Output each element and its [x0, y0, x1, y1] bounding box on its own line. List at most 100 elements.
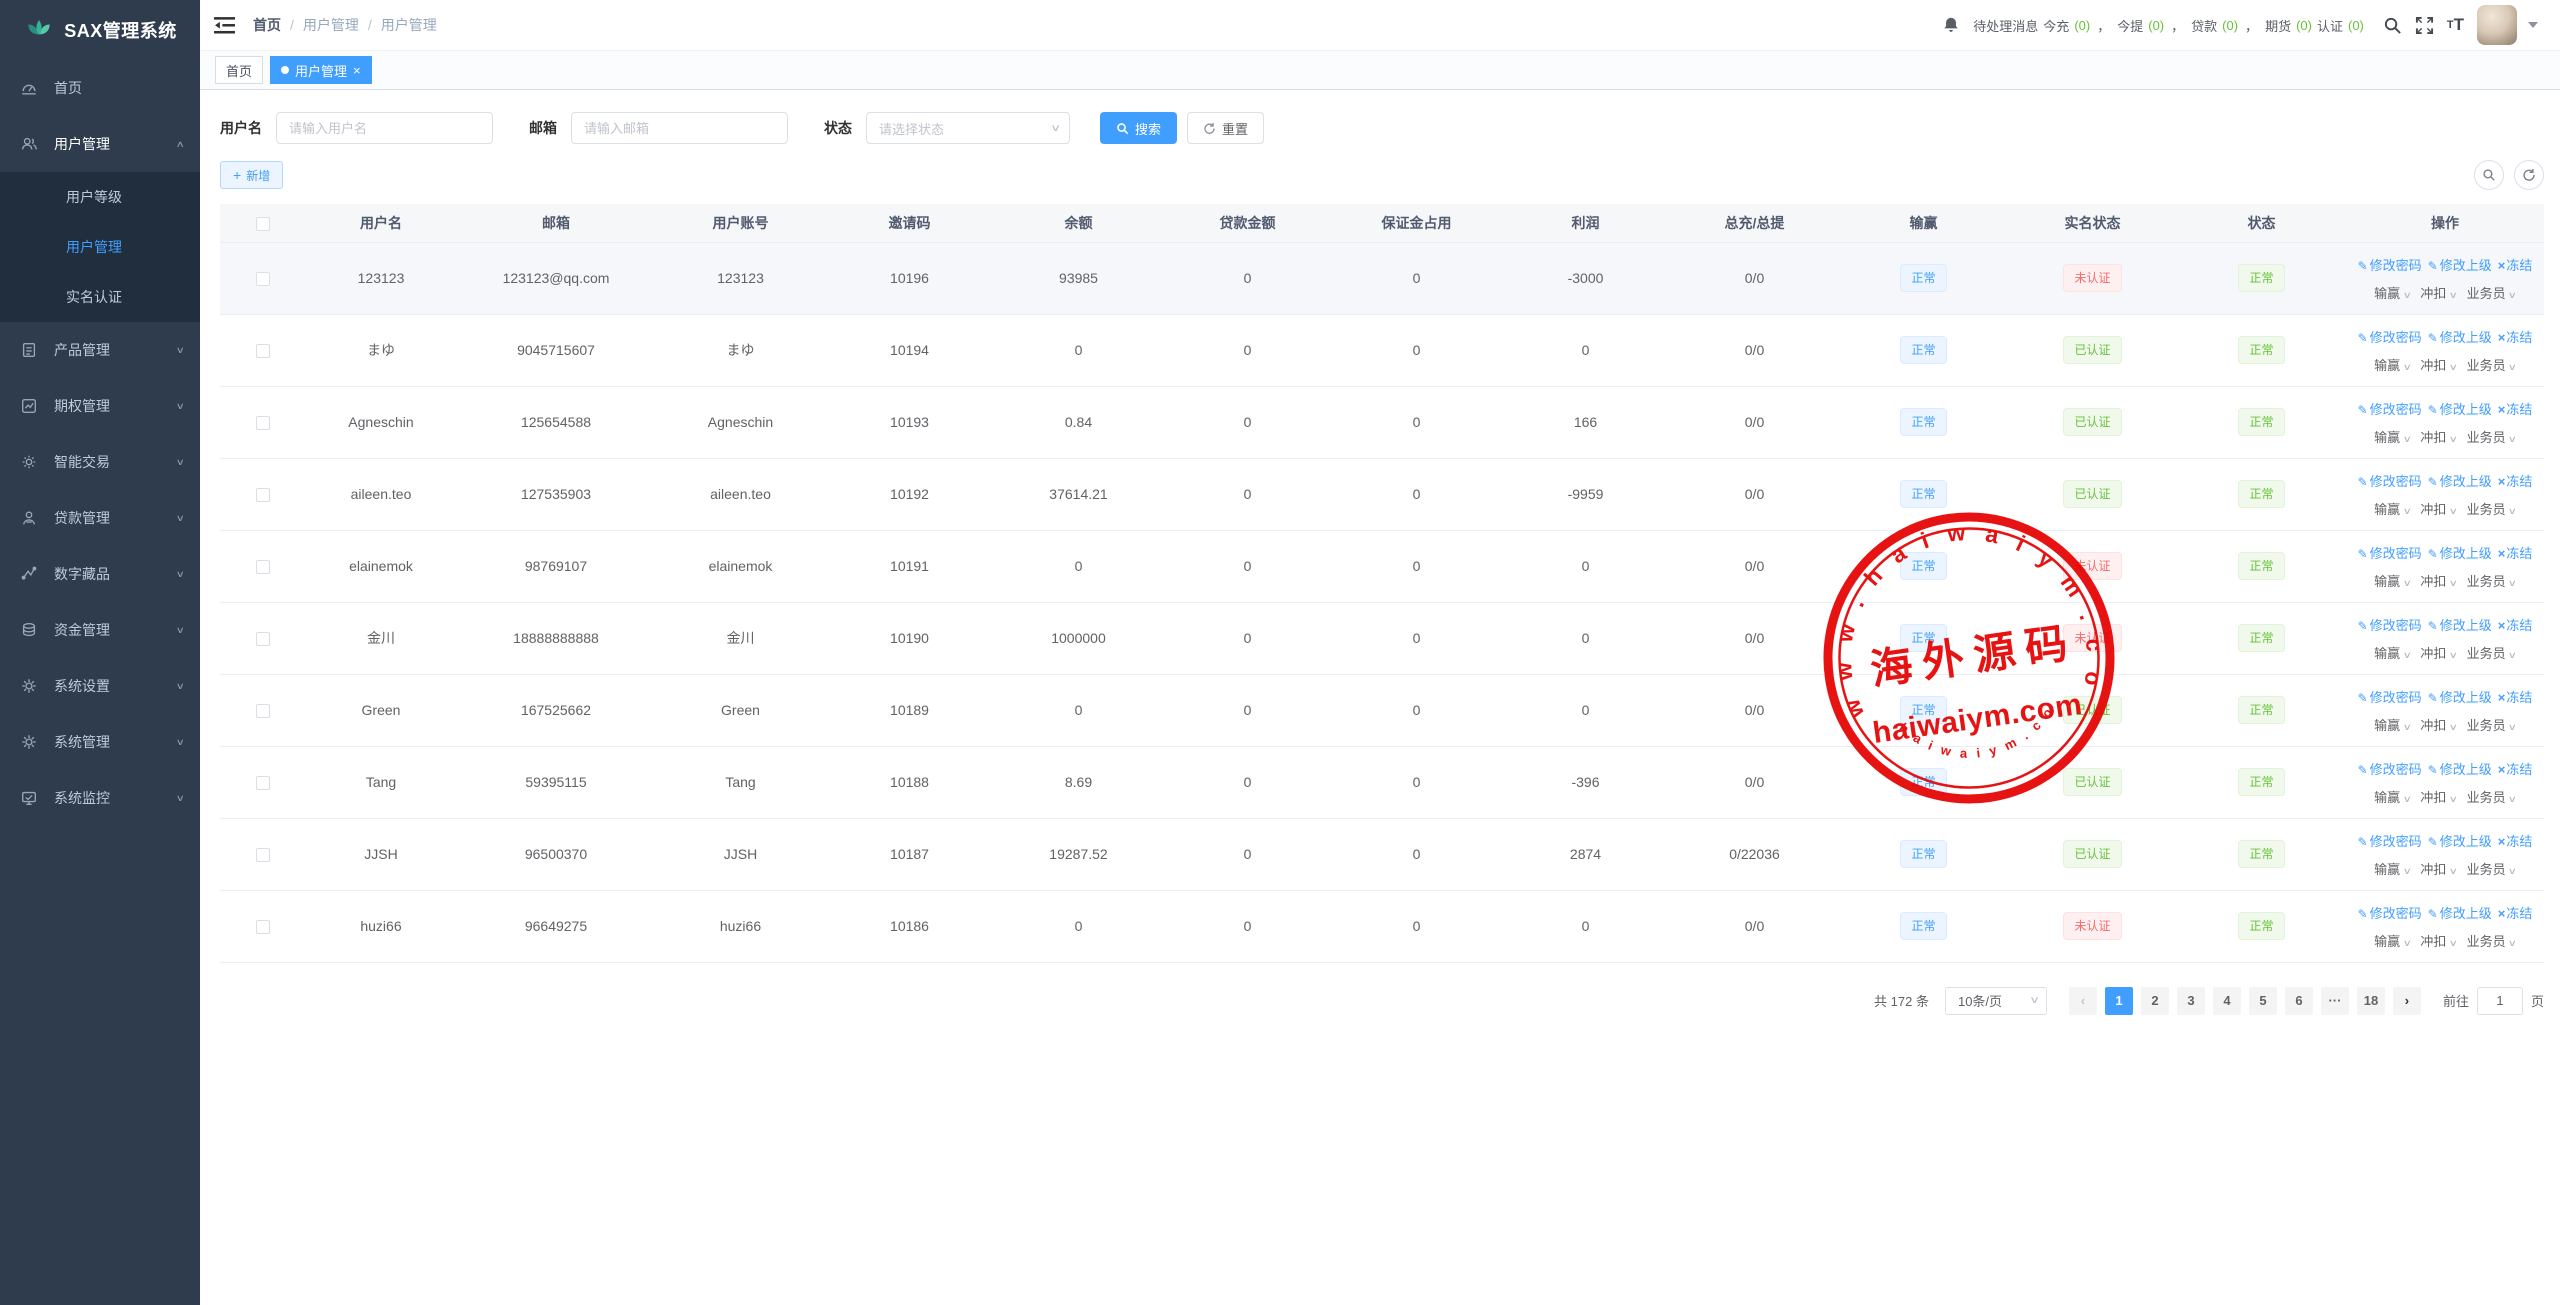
salesman-dropdown[interactable]: 业务员 ∨	[2467, 862, 2516, 877]
sidebar-item-system-monitor[interactable]: 系统监控∨	[0, 770, 200, 826]
close-icon[interactable]: ×	[353, 64, 361, 77]
sidebar-item-real-name-auth[interactable]: 实名认证	[0, 272, 200, 322]
status-select[interactable]: 请选择状态 ∨	[866, 112, 1070, 144]
tab-user-management[interactable]: 用户管理×	[270, 56, 372, 84]
edit-parent-link[interactable]: ✎修改上级	[2428, 618, 2492, 633]
page-button-3[interactable]: 3	[2177, 987, 2205, 1015]
win-loss-dropdown[interactable]: 输赢 ∨	[2374, 862, 2410, 877]
freeze-link[interactable]: ×冻结	[2498, 258, 2533, 273]
win-loss-dropdown[interactable]: 输赢 ∨	[2374, 718, 2410, 733]
page-button-6[interactable]: 6	[2285, 987, 2313, 1015]
deduct-dropdown[interactable]: 冲扣 ∨	[2420, 502, 2456, 517]
avatar[interactable]	[2477, 5, 2517, 45]
edit-password-link[interactable]: ✎修改密码	[2358, 258, 2422, 273]
deduct-dropdown[interactable]: 冲扣 ∨	[2420, 934, 2456, 949]
edit-password-link[interactable]: ✎修改密码	[2358, 690, 2422, 705]
win-loss-dropdown[interactable]: 输赢 ∨	[2374, 430, 2410, 445]
page-button-18[interactable]: 18	[2357, 987, 2385, 1015]
next-page-button[interactable]: ›	[2393, 987, 2421, 1015]
edit-parent-link[interactable]: ✎修改上级	[2428, 834, 2492, 849]
fullscreen-icon[interactable]	[2415, 16, 2434, 35]
deduct-dropdown[interactable]: 冲扣 ∨	[2420, 790, 2456, 805]
row-checkbox[interactable]	[256, 560, 270, 574]
pages-ellipsis[interactable]: ···	[2321, 987, 2349, 1015]
sidebar-item-digital-collection[interactable]: 数字藏品∨	[0, 546, 200, 602]
edit-password-link[interactable]: ✎修改密码	[2358, 546, 2422, 561]
sidebar-item-system-settings[interactable]: 系统设置∨	[0, 658, 200, 714]
freeze-link[interactable]: ×冻结	[2498, 330, 2533, 345]
page-button-4[interactable]: 4	[2213, 987, 2241, 1015]
row-checkbox[interactable]	[256, 416, 270, 430]
freeze-link[interactable]: ×冻结	[2498, 402, 2533, 417]
sidebar-item-loan-management[interactable]: 贷款管理∨	[0, 490, 200, 546]
sidebar-item-options-management[interactable]: 期权管理∨	[0, 378, 200, 434]
salesman-dropdown[interactable]: 业务员 ∨	[2467, 574, 2516, 589]
win-loss-dropdown[interactable]: 输赢 ∨	[2374, 358, 2410, 373]
win-loss-dropdown[interactable]: 输赢 ∨	[2374, 286, 2410, 301]
sidebar-item-user-level[interactable]: 用户等级	[0, 172, 200, 222]
salesman-dropdown[interactable]: 业务员 ∨	[2467, 286, 2516, 301]
freeze-link[interactable]: ×冻结	[2498, 762, 2533, 777]
edit-password-link[interactable]: ✎修改密码	[2358, 762, 2422, 777]
sidebar-item-user-management-sub[interactable]: 用户管理	[0, 222, 200, 272]
deduct-dropdown[interactable]: 冲扣 ∨	[2420, 646, 2456, 661]
tab-home[interactable]: 首页	[215, 56, 263, 84]
edit-parent-link[interactable]: ✎修改上级	[2428, 474, 2492, 489]
row-checkbox[interactable]	[256, 704, 270, 718]
win-loss-dropdown[interactable]: 输赢 ∨	[2374, 790, 2410, 805]
row-checkbox[interactable]	[256, 848, 270, 862]
row-checkbox[interactable]	[256, 920, 270, 934]
edit-parent-link[interactable]: ✎修改上级	[2428, 330, 2492, 345]
deduct-dropdown[interactable]: 冲扣 ∨	[2420, 574, 2456, 589]
deduct-dropdown[interactable]: 冲扣 ∨	[2420, 286, 2456, 301]
page-button-2[interactable]: 2	[2141, 987, 2169, 1015]
salesman-dropdown[interactable]: 业务员 ∨	[2467, 646, 2516, 661]
win-loss-dropdown[interactable]: 输赢 ∨	[2374, 502, 2410, 517]
freeze-link[interactable]: ×冻结	[2498, 474, 2533, 489]
row-checkbox[interactable]	[256, 632, 270, 646]
sidebar-item-user-management[interactable]: 用户管理∧	[0, 116, 200, 172]
deduct-dropdown[interactable]: 冲扣 ∨	[2420, 718, 2456, 733]
table-refresh-button[interactable]	[2514, 160, 2544, 190]
goto-page-input[interactable]	[2477, 987, 2523, 1015]
edit-password-link[interactable]: ✎修改密码	[2358, 402, 2422, 417]
row-checkbox[interactable]	[256, 344, 270, 358]
row-checkbox[interactable]	[256, 776, 270, 790]
salesman-dropdown[interactable]: 业务员 ∨	[2467, 358, 2516, 373]
edit-parent-link[interactable]: ✎修改上级	[2428, 402, 2492, 417]
select-all-checkbox[interactable]	[256, 217, 270, 231]
reset-button[interactable]: 重置	[1187, 112, 1264, 144]
freeze-link[interactable]: ×冻结	[2498, 834, 2533, 849]
chevron-down-icon[interactable]	[2528, 22, 2538, 28]
deduct-dropdown[interactable]: 冲扣 ∨	[2420, 862, 2456, 877]
email-input[interactable]	[571, 112, 788, 144]
salesman-dropdown[interactable]: 业务员 ∨	[2467, 934, 2516, 949]
win-loss-dropdown[interactable]: 输赢 ∨	[2374, 646, 2410, 661]
search-icon[interactable]	[2383, 16, 2402, 35]
username-input[interactable]	[276, 112, 493, 144]
salesman-dropdown[interactable]: 业务员 ∨	[2467, 502, 2516, 517]
sidebar-item-home[interactable]: 首页	[0, 60, 200, 116]
freeze-link[interactable]: ×冻结	[2498, 546, 2533, 561]
add-user-button[interactable]: + 新增	[220, 161, 283, 189]
edit-parent-link[interactable]: ✎修改上级	[2428, 762, 2492, 777]
freeze-link[interactable]: ×冻结	[2498, 690, 2533, 705]
freeze-link[interactable]: ×冻结	[2498, 618, 2533, 633]
prev-page-button[interactable]: ‹	[2069, 987, 2097, 1015]
page-size-select[interactable]: 10条/页 ∨	[1945, 987, 2047, 1015]
freeze-link[interactable]: ×冻结	[2498, 906, 2533, 921]
deduct-dropdown[interactable]: 冲扣 ∨	[2420, 430, 2456, 445]
deduct-dropdown[interactable]: 冲扣 ∨	[2420, 358, 2456, 373]
edit-password-link[interactable]: ✎修改密码	[2358, 834, 2422, 849]
sidebar-item-smart-trading[interactable]: 智能交易∨	[0, 434, 200, 490]
win-loss-dropdown[interactable]: 输赢 ∨	[2374, 934, 2410, 949]
win-loss-dropdown[interactable]: 输赢 ∨	[2374, 574, 2410, 589]
salesman-dropdown[interactable]: 业务员 ∨	[2467, 430, 2516, 445]
edit-password-link[interactable]: ✎修改密码	[2358, 906, 2422, 921]
row-checkbox[interactable]	[256, 488, 270, 502]
edit-parent-link[interactable]: ✎修改上级	[2428, 690, 2492, 705]
page-button-5[interactable]: 5	[2249, 987, 2277, 1015]
sidebar-item-product-management[interactable]: 产品管理∨	[0, 322, 200, 378]
font-size-icon[interactable]: TT	[2447, 15, 2464, 35]
sidebar-item-funds-management[interactable]: 资金管理∨	[0, 602, 200, 658]
